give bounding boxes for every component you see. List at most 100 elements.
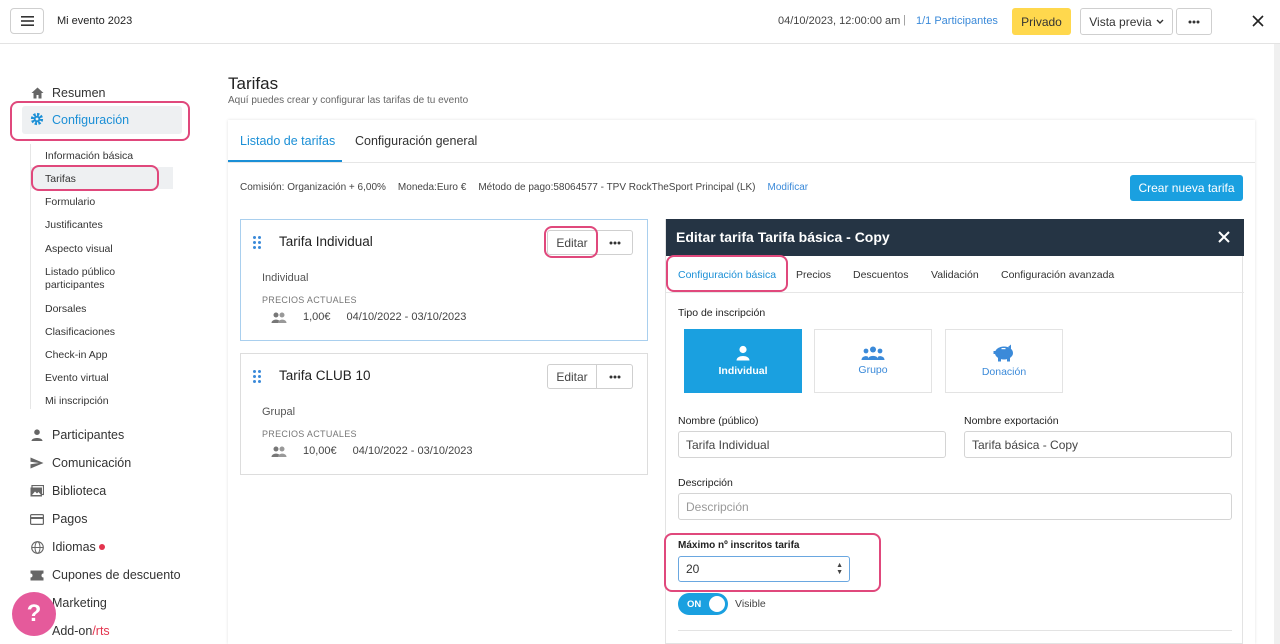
- tarifa-options-button[interactable]: [597, 230, 633, 255]
- sidebar-item-label: Pagos: [52, 512, 88, 526]
- person-icon: [30, 428, 44, 442]
- sidebar-subitem[interactable]: Formulario: [45, 196, 95, 208]
- participants-link[interactable]: 1/1 Participantes: [916, 15, 998, 27]
- menu-button[interactable]: [10, 8, 44, 34]
- tab-configuracion-general[interactable]: Configuración general: [355, 134, 477, 148]
- sidebar-item-label: Comunicación: [52, 456, 132, 470]
- sidebar-subitem[interactable]: Clasificaciones: [45, 326, 115, 338]
- hamburger-icon: [20, 16, 34, 26]
- highlight-tarifas: [31, 165, 159, 191]
- chevron-down-icon: [1156, 19, 1164, 24]
- sidebar-subitem[interactable]: Dorsales: [45, 303, 86, 315]
- nombre-exportacion-input[interactable]: Tarifa básica - Copy: [964, 431, 1232, 458]
- sidebar-subitem[interactable]: Evento virtual: [45, 372, 109, 384]
- payment-text: Método de pago:58064577 - TPV RockTheSpo…: [478, 182, 756, 193]
- panel-title: Editar tarifa Tarifa básica - Copy: [676, 229, 890, 245]
- type-label: Individual: [718, 365, 768, 377]
- tab-descuentos[interactable]: Descuentos: [853, 269, 908, 281]
- highlight-edit: [544, 226, 598, 258]
- panel-divider: [678, 630, 1232, 631]
- sidebar-subitem[interactable]: Aspecto visual: [45, 243, 113, 255]
- create-tarifa-button[interactable]: Crear nueva tarifa: [1130, 175, 1243, 201]
- ellipsis-icon: [609, 375, 620, 378]
- prices-label: PRECIOS ACTUALES: [262, 295, 357, 305]
- preview-label: Vista previa: [1089, 14, 1152, 29]
- tarifa-options-button[interactable]: [597, 364, 633, 389]
- panel-close-button[interactable]: [1218, 230, 1232, 244]
- sidebar: Resumen Configuración Información básica…: [0, 44, 210, 644]
- edit-button[interactable]: Editar: [547, 364, 597, 389]
- drag-handle-icon[interactable]: [253, 236, 263, 250]
- sidebar-subitem[interactable]: Información básica: [45, 150, 133, 162]
- sidebar-item-label: Idiomas: [52, 540, 96, 554]
- sidebar-item-configuracion[interactable]: Configuración: [22, 106, 182, 134]
- tab-listado-tarifas[interactable]: Listado de tarifas: [240, 134, 335, 148]
- tarifa-type: Individual: [262, 272, 309, 284]
- privado-button[interactable]: Privado: [1012, 8, 1071, 35]
- sidebar-item-resumen[interactable]: Resumen: [30, 83, 106, 103]
- visible-toggle[interactable]: ON: [678, 593, 728, 615]
- max-inscritos-input[interactable]: 20 ▲ ▼: [678, 556, 850, 582]
- visible-label: Visible: [735, 598, 766, 610]
- modify-link[interactable]: Modificar: [768, 182, 809, 193]
- preview-button[interactable]: Vista previa: [1080, 8, 1173, 35]
- max-inscritos-label: Máximo nº inscritos tarifa: [678, 540, 800, 551]
- type-label: Donación: [981, 366, 1027, 378]
- tab-divider: [228, 162, 1255, 163]
- tarifa-type: Grupal: [262, 406, 296, 418]
- tarifa-name: Tarifa CLUB 10: [279, 368, 371, 383]
- separator: |: [903, 14, 906, 26]
- sidebar-subitem[interactable]: Listado público participantes: [45, 266, 155, 292]
- type-individual-option[interactable]: Individual: [684, 329, 802, 393]
- sidebar-item-idiomas[interactable]: Idiomas: [30, 537, 105, 557]
- tab-precios[interactable]: Precios: [796, 269, 831, 281]
- sidebar-item-biblioteca[interactable]: Biblioteca: [30, 481, 106, 501]
- highlight-tab: [666, 255, 788, 292]
- prices-label: PRECIOS ACTUALES: [262, 429, 357, 439]
- page-subtitle: Aquí puedes crear y configurar las tarif…: [228, 95, 469, 106]
- sidebar-subitem[interactable]: Check-in App: [45, 349, 107, 361]
- commission-text: Comisión: Organización + 6,00%: [240, 182, 386, 193]
- tarifa-card[interactable]: Tarifa CLUB 10 Editar Grupal PRECIOS ACT…: [240, 353, 648, 475]
- sidebar-subitem[interactable]: Mi inscripción: [45, 395, 109, 407]
- toggle-knob: [709, 596, 725, 612]
- content-card: Listado de tarifas Configuración general…: [228, 120, 1255, 644]
- type-grupo-option[interactable]: Grupo: [814, 329, 932, 393]
- sidebar-item-label: Resumen: [52, 86, 106, 100]
- tab-validacion[interactable]: Validación: [931, 269, 979, 281]
- help-button[interactable]: ?: [12, 592, 56, 636]
- price-range: 04/10/2022 - 03/10/2023: [352, 445, 473, 457]
- drag-handle-icon[interactable]: [253, 370, 263, 384]
- event-name: Mi evento 2023: [57, 15, 133, 27]
- descripcion-label: Descripción: [678, 477, 733, 489]
- people-icon: [271, 446, 287, 457]
- tarifa-card[interactable]: Tarifa Individual Editar Individual PREC…: [240, 219, 648, 341]
- sidebar-item-cupones[interactable]: Cupones de descuento: [30, 565, 181, 585]
- ellipsis-icon: [1188, 20, 1200, 23]
- descripcion-input[interactable]: Descripción: [678, 493, 1232, 520]
- type-donacion-option[interactable]: Donación: [945, 329, 1063, 393]
- more-options-button[interactable]: [1176, 8, 1212, 35]
- tab-configuracion-avanzada[interactable]: Configuración avanzada: [1001, 269, 1114, 281]
- ellipsis-icon: [609, 241, 620, 244]
- sidebar-item-pagos[interactable]: Pagos: [30, 509, 87, 529]
- sidebar-subitem[interactable]: Justificantes: [45, 219, 103, 231]
- price-range: 04/10/2022 - 03/10/2023: [346, 311, 467, 323]
- max-inscritos-value: 20: [686, 562, 700, 576]
- sidebar-item-participantes[interactable]: Participantes: [30, 425, 124, 445]
- tipo-inscripcion-label: Tipo de inscripción: [678, 307, 766, 319]
- sidebar-item-label: Marketing: [52, 596, 107, 610]
- tarifa-name: Tarifa Individual: [279, 234, 373, 249]
- price-row: 1,00€ 04/10/2022 - 03/10/2023: [271, 311, 466, 323]
- credit-card-icon: [30, 512, 44, 526]
- close-button[interactable]: [1248, 11, 1268, 31]
- price-value: 1,00€: [303, 311, 331, 323]
- globe-icon: [30, 540, 44, 554]
- stepper-arrows-icon[interactable]: ▲ ▼: [836, 562, 843, 576]
- gallery-icon: [30, 484, 44, 498]
- send-icon: [30, 456, 44, 470]
- nombre-publico-input[interactable]: Tarifa Individual: [678, 431, 946, 458]
- scrollbar[interactable]: [1274, 44, 1280, 644]
- sidebar-item-comunicacion[interactable]: Comunicación: [30, 453, 131, 473]
- notification-dot: [98, 544, 105, 550]
